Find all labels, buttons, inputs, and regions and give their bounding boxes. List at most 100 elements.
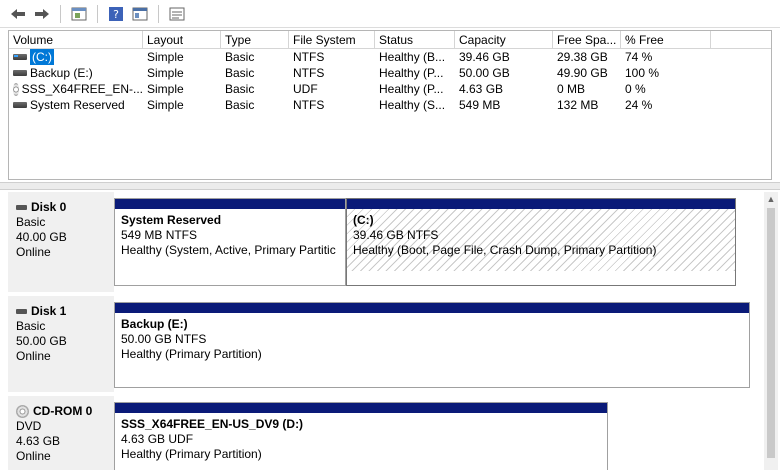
table-row[interactable]: System Reserved Simple Basic NTFS Health… [9,97,771,113]
disk-state: Online [16,245,51,259]
capacity-cell: 4.63 GB [459,82,504,96]
toolbar-separator [97,4,98,23]
column-header-free-space[interactable]: Free Spa... [553,31,621,48]
cd-drive-icon [13,82,19,96]
disk-label[interactable]: Disk 1 Basic 50.00 GB Online [8,296,114,392]
free-space-cell: 0 MB [557,82,586,96]
column-header-volume[interactable]: Volume [9,31,143,48]
scroll-thumb[interactable] [767,208,775,458]
status-cell: Healthy (P... [379,82,444,96]
hard-drive-icon [13,54,27,60]
disk-row-disk-1: Disk 1 Basic 50.00 GB Online Backup (E:)… [8,296,762,392]
disk-state: Online [16,449,51,463]
disk-label[interactable]: Disk 0 Basic 40.00 GB Online [8,192,114,292]
volume-name: (C:) [30,49,54,65]
disk-type: Basic [16,319,46,333]
status-cell: Healthy (S... [379,98,446,112]
type-cell: Basic [225,98,255,112]
partition-body: Backup (E:) 50.00 GB NTFS Healthy (Prima… [115,313,749,362]
file-system-cell: NTFS [293,50,325,64]
disk-name-text: Disk 0 [31,200,67,214]
disk-name: Disk 1 [16,304,106,319]
partition-status: Healthy (Primary Partition) [121,347,262,361]
file-system-cell: UDF [293,82,318,96]
volume-list-header: Volume Layout Type File System Status Ca… [9,31,771,49]
volume-name: System Reserved [30,98,125,112]
volume-cell: System Reserved [9,97,143,113]
partition-body: (C:) 39.46 GB NTFS Healthy (Boot, Page F… [347,209,735,271]
column-header-spacer [711,31,771,48]
column-header-file-system[interactable]: File System [289,31,375,48]
file-system-cell: NTFS [293,98,325,112]
partition-size: 549 MB NTFS [121,228,198,242]
column-header-layout[interactable]: Layout [143,31,221,48]
type-cell: Basic [225,66,255,80]
table-row[interactable]: (C:) Simple Basic NTFS Healthy (B... 39.… [9,49,771,65]
hard-drive-icon [16,309,27,314]
partition-size: 50.00 GB NTFS [121,332,207,346]
toolbar-separator [60,4,61,23]
capacity-cell: 39.46 GB [459,50,510,64]
volume-cell: Backup (E:) [9,65,143,81]
type-cell: Basic [225,50,255,64]
file-system-cell: NTFS [293,66,325,80]
column-header-type[interactable]: Type [221,31,289,48]
partition-backup-e[interactable]: Backup (E:) 50.00 GB NTFS Healthy (Prima… [114,302,750,388]
partition-c-drive[interactable]: (C:) 39.46 GB NTFS Healthy (Boot, Page F… [346,198,736,286]
partition-body: System Reserved 549 MB NTFS Healthy (Sys… [115,209,345,258]
partition-title: (C:) [353,213,374,227]
hard-drive-icon [13,70,27,76]
column-header-status[interactable]: Status [375,31,455,48]
properties-icon[interactable] [69,4,89,24]
free-space-cell: 29.38 GB [557,50,608,64]
capacity-cell: 50.00 GB [459,66,510,80]
cd-drive-icon [16,405,29,418]
toolbar-separator [158,4,159,23]
layout-cell: Simple [147,50,184,64]
status-cell: Healthy (P... [379,66,444,80]
layout-cell: Simple [147,82,184,96]
volume-cell: (C:) [9,49,143,65]
disk-size: 50.00 GB [16,334,67,348]
column-header-percent-free[interactable]: % Free [621,31,711,48]
free-space-cell: 49.90 GB [557,66,608,80]
hard-drive-icon [16,205,27,210]
console-icon[interactable] [130,4,150,24]
partition-body: SSS_X64FREE_EN-US_DV9 (D:) 4.63 GB UDF H… [115,413,607,462]
forward-icon[interactable] [32,4,52,24]
view-icon[interactable] [167,4,187,24]
partition-size: 39.46 GB NTFS [353,228,439,242]
capacity-cell: 549 MB [459,98,501,112]
vertical-scrollbar[interactable]: ▲ [764,192,778,470]
disk-map: Disk 0 Basic 40.00 GB Online System Rese… [8,192,762,470]
partition-system-reserved[interactable]: System Reserved 549 MB NTFS Healthy (Sys… [114,198,346,286]
disk-type: Basic [16,215,46,229]
table-row[interactable]: Backup (E:) Simple Basic NTFS Healthy (P… [9,65,771,81]
percent-free-cell: 0 % [625,82,646,96]
volume-name: Backup (E:) [30,66,93,80]
partition-title: System Reserved [121,213,222,227]
partition-cd-d[interactable]: SSS_X64FREE_EN-US_DV9 (D:) 4.63 GB UDF H… [114,402,608,470]
disk-label[interactable]: CD-ROM 0 DVD 4.63 GB Online [8,396,114,470]
partition-bar [347,199,735,209]
table-row[interactable]: SSS_X64FREE_EN-... Simple Basic UDF Heal… [9,81,771,97]
pane-splitter[interactable] [0,182,780,190]
toolbar: ? [0,0,780,28]
free-space-cell: 132 MB [557,98,599,112]
disk-row-disk-0: Disk 0 Basic 40.00 GB Online System Rese… [8,192,762,292]
disk-row-cd-rom-0: CD-ROM 0 DVD 4.63 GB Online SSS_X64FREE_… [8,396,762,470]
scroll-up-icon[interactable]: ▲ [764,192,778,206]
volume-cell: SSS_X64FREE_EN-... [9,81,143,97]
partitions-area: SSS_X64FREE_EN-US_DV9 (D:) 4.63 GB UDF H… [114,396,762,470]
layout-cell: Simple [147,98,184,112]
percent-free-cell: 100 % [625,66,660,80]
help-icon[interactable]: ? [106,4,126,24]
column-header-capacity[interactable]: Capacity [455,31,553,48]
status-cell: Healthy (B... [379,50,446,64]
disk-state: Online [16,349,51,363]
hard-drive-icon [13,102,27,108]
back-icon[interactable] [8,4,28,24]
partition-bar [115,199,345,209]
partition-status: Healthy (Primary Partition) [121,447,262,461]
type-cell: Basic [225,82,255,96]
